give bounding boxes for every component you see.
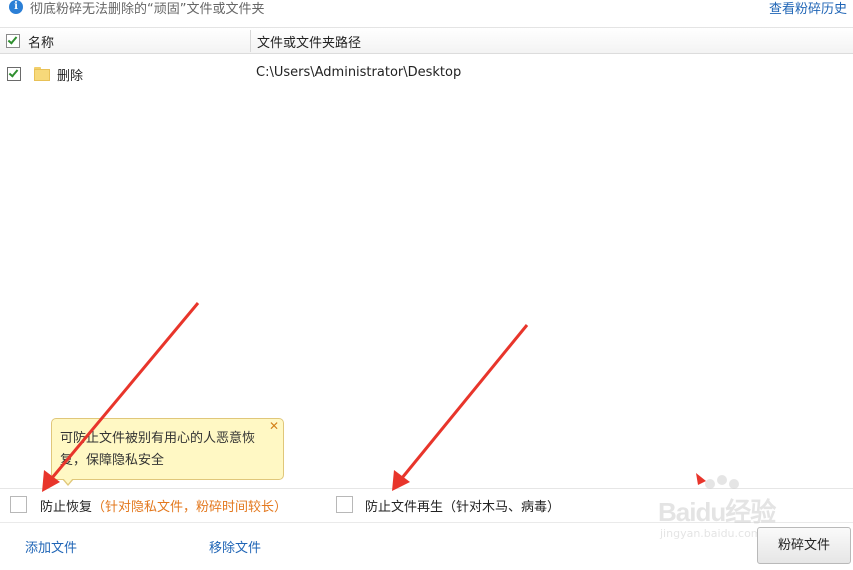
info-icon: i xyxy=(9,0,23,14)
row-file-name: 删除 xyxy=(57,69,84,84)
prevent-regeneration-label[interactable]: 防止文件再生（针对木马、病毒） xyxy=(365,496,560,515)
prevent-recovery-checkbox[interactable] xyxy=(10,496,27,513)
prevent-recovery-tooltip: 可防止文件被别有用心的人恶意恢复，保障隐私安全 ✕ xyxy=(51,418,284,480)
prevent-regeneration-checkbox[interactable] xyxy=(336,496,353,513)
red-arrow-icon xyxy=(392,324,529,491)
checkmark-icon xyxy=(8,67,19,78)
checkmark-icon xyxy=(7,34,18,45)
prevent-recovery-option[interactable]: 防止恢复（针对隐私文件，粉碎时间较长） xyxy=(40,496,287,515)
view-history-link[interactable]: 查看粉碎历史 xyxy=(769,0,847,17)
row-file-path: C:\Users\Administrator\Desktop xyxy=(256,65,462,80)
add-file-link[interactable]: 添加文件 xyxy=(25,537,77,556)
column-header-name[interactable]: 名称 xyxy=(28,32,54,51)
top-info-bar: i 彻底粉碎无法删除的“顽固”文件或文件夹 查看粉碎历史 xyxy=(0,0,853,27)
prevent-recovery-hint: （针对隐私文件，粉碎时间较长） xyxy=(92,500,288,515)
column-divider[interactable] xyxy=(250,30,251,52)
tooltip-pointer-fill xyxy=(63,478,73,484)
file-shredder-window: i 彻底粉碎无法删除的“顽固”文件或文件夹 查看粉碎历史 名称 文件或文件夹路径… xyxy=(0,0,853,570)
file-table-header: 名称 文件或文件夹路径 xyxy=(0,27,853,54)
prevent-recovery-label: 防止恢复 xyxy=(40,500,93,515)
folder-icon xyxy=(34,67,50,81)
close-icon[interactable]: ✕ xyxy=(269,419,279,433)
select-all-checkbox[interactable] xyxy=(6,34,20,48)
shred-file-button[interactable]: 粉碎文件 xyxy=(757,527,851,564)
watermark-url: jingyan.baidu.com xyxy=(660,527,762,540)
column-header-path[interactable]: 文件或文件夹路径 xyxy=(257,32,361,51)
table-row[interactable]: 删除 C:\Users\Administrator\Desktop xyxy=(0,60,853,88)
remove-file-link[interactable]: 移除文件 xyxy=(209,537,261,556)
top-description: 彻底粉碎无法删除的“顽固”文件或文件夹 xyxy=(30,2,265,17)
row-checkbox[interactable] xyxy=(7,67,21,81)
tooltip-text: 可防止文件被别有用心的人恶意恢复，保障隐私安全 xyxy=(60,431,256,468)
watermark-brand: Baidu经验 xyxy=(658,497,776,527)
